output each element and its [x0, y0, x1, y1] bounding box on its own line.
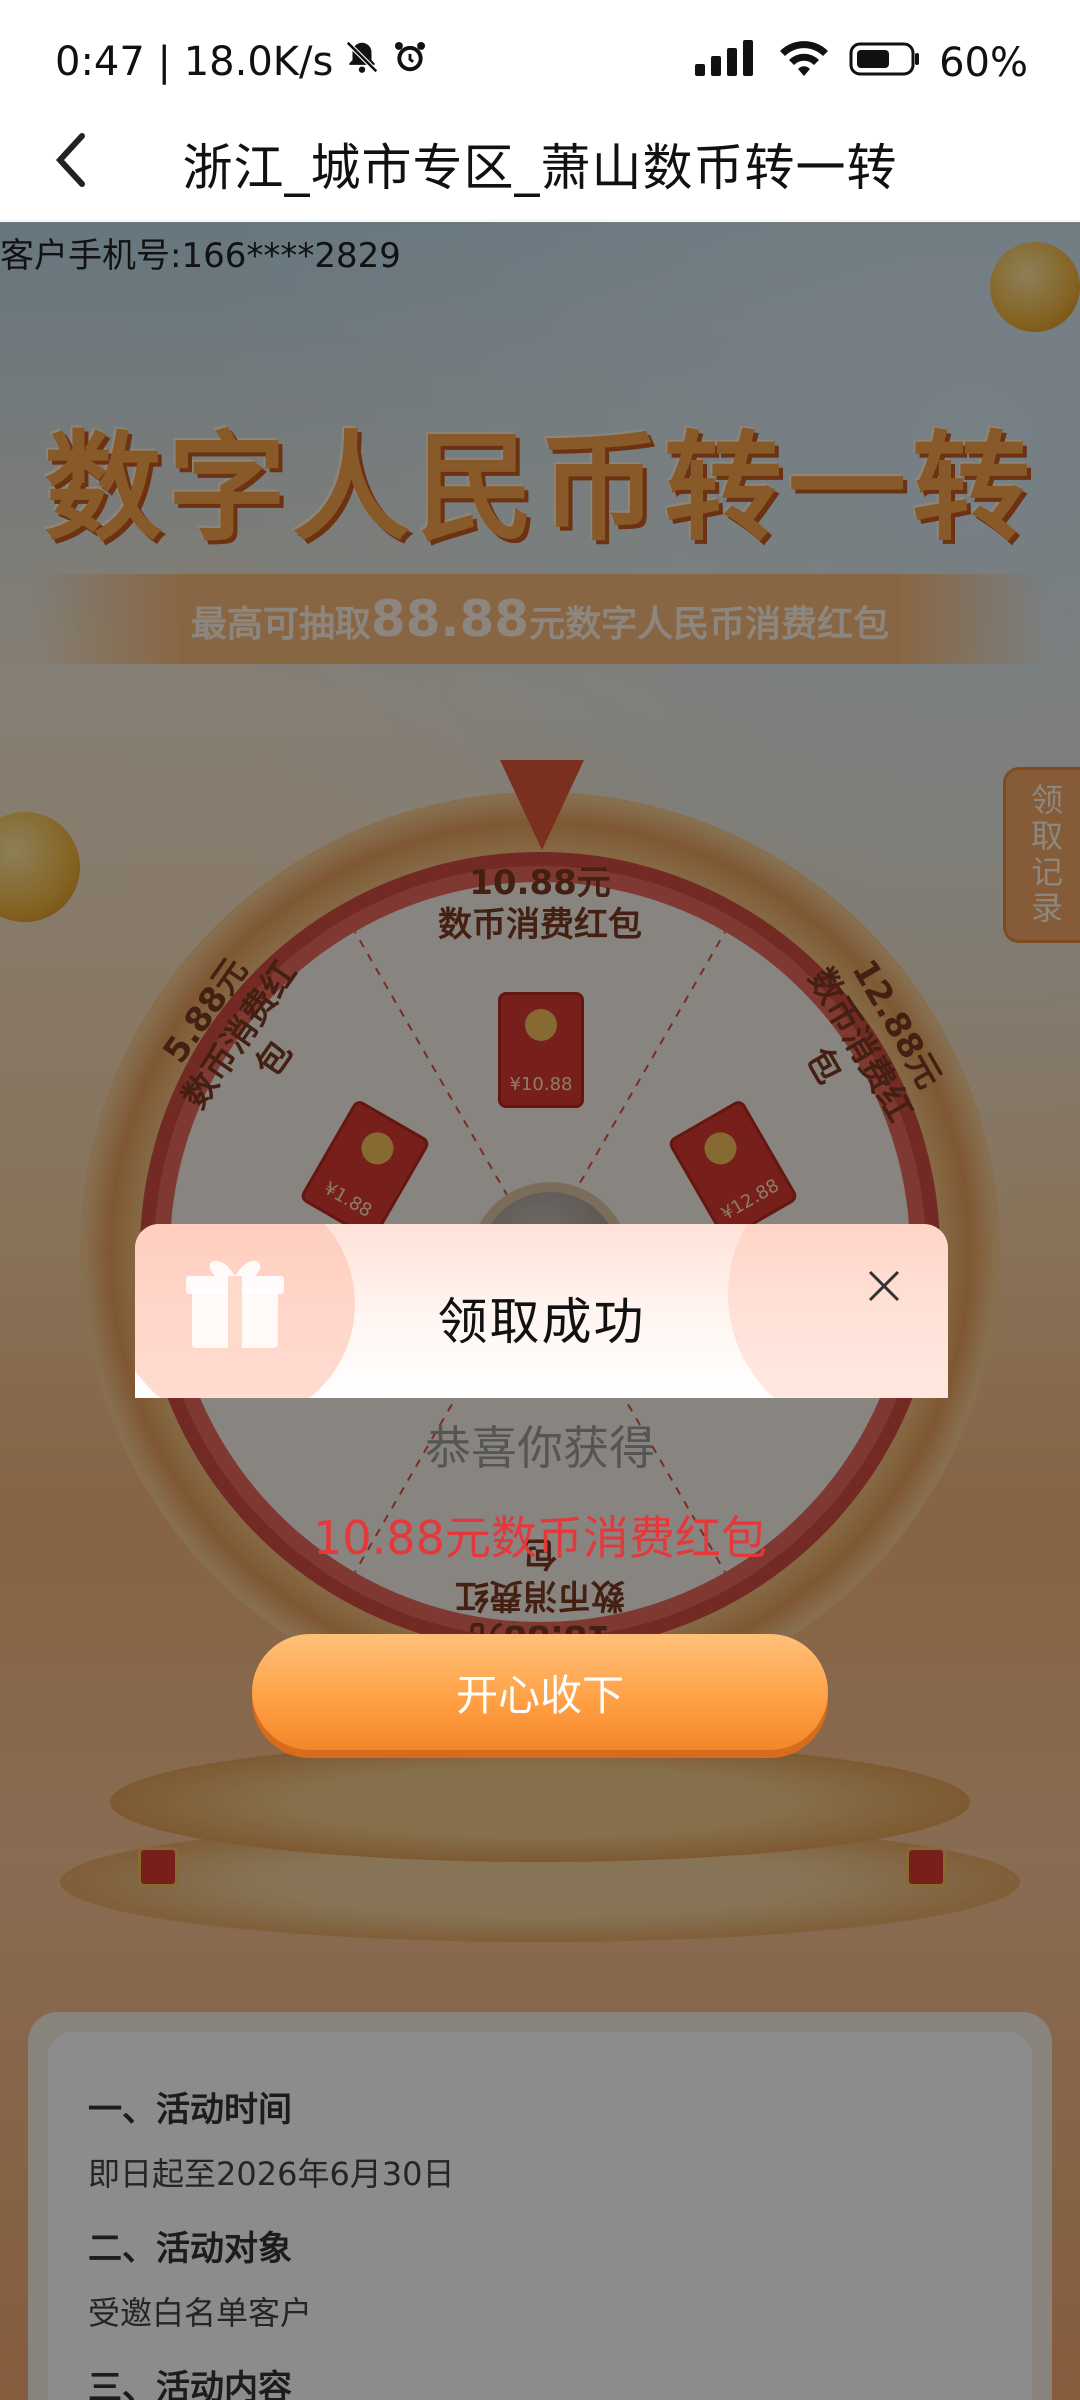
accept-button[interactable]: 开心收下: [252, 1634, 828, 1750]
close-icon[interactable]: [860, 1262, 908, 1310]
status-time: 0:47 | 18.0K/s: [55, 39, 334, 85]
battery-icon: [849, 38, 921, 88]
dialog-title: 领取成功: [437, 1293, 646, 1351]
nav-bar: 浙江_城市专区_萧山数币转一转: [0, 100, 1080, 221]
activity-page: 客户手机号:166****2829 数字人民币转一转 最高可抽取88.88元数字…: [0, 222, 1080, 2400]
signal-icon: [693, 38, 759, 88]
bell-off-icon: [343, 38, 381, 86]
battery-percent: 60%: [939, 40, 1028, 86]
page-title: 浙江_城市专区_萧山数币转一转: [182, 139, 898, 197]
alarm-icon: [391, 38, 429, 86]
wifi-icon: [777, 38, 831, 88]
congrats-text: 恭喜你获得: [425, 1421, 655, 1475]
success-dialog: 领取成功: [135, 1224, 948, 1398]
prize-result-text: 10.88元数币消费红包: [313, 1511, 767, 1565]
